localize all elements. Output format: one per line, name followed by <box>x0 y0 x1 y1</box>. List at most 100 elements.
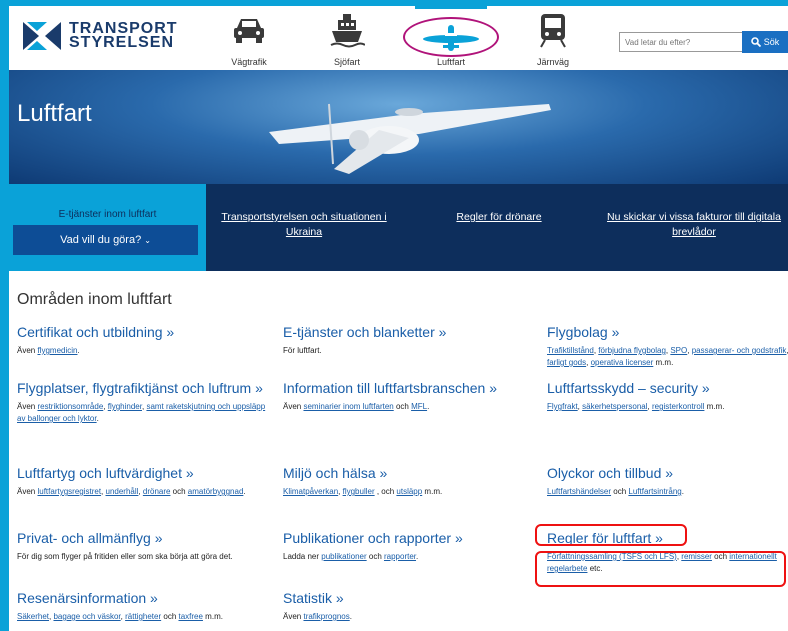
what-to-do-button[interactable]: Vad vill du göra? ⌄ <box>13 225 198 255</box>
area-desc-link[interactable]: underhåll <box>106 487 139 496</box>
area-desc-link[interactable]: seminarier inom luftfarten <box>303 402 393 411</box>
area-desc-text: m.m. <box>422 487 443 496</box>
area-title-link[interactable]: Certifikat och utbildning » <box>17 323 267 341</box>
mode-vagtrafik[interactable]: Vägtrafik <box>213 10 285 70</box>
ship-icon <box>330 14 365 48</box>
nav-link-ukraina[interactable]: Transportstyrelsen och situationen i Ukr… <box>209 210 399 240</box>
train-icon <box>540 14 566 48</box>
area-title-link[interactable]: Resenärsinformation » <box>17 589 267 607</box>
area-item: E-tjänster och blanketter » För luftfart. <box>283 323 533 357</box>
area-desc-text: För dig som flyger på fritiden eller som… <box>17 552 233 561</box>
area-desc-link[interactable]: trafikprognos <box>303 612 349 621</box>
area-desc-link[interactable]: taxfree <box>178 612 202 621</box>
area-desc-link[interactable]: rapporter <box>384 552 416 561</box>
search-button-label: Sök <box>763 37 780 47</box>
area-desc-link[interactable]: utsläpp <box>396 487 422 496</box>
area-desc-text: Även <box>17 346 38 355</box>
area-item: Resenärsinformation » Säkerhet, bagage oc… <box>17 589 267 623</box>
area-description: Klimatpåverkan, flygbuller , och utsläpp… <box>283 486 533 498</box>
area-desc-link[interactable]: farligt gods <box>547 358 586 367</box>
area-item: Luftfartsskydd – security » Flygfrakt, sä… <box>547 379 788 413</box>
hero-banner: Luftfart <box>9 70 788 184</box>
area-desc-link[interactable]: MFL <box>411 402 427 411</box>
nav-link-fakturor[interactable]: Nu skickar vi vissa fakturor till digita… <box>604 210 784 240</box>
area-title-link[interactable]: Publikationer och rapporter » <box>283 529 533 547</box>
search-button[interactable]: Sök <box>742 31 788 53</box>
area-item: Flygbolag » Trafiktillstånd, förbjudna fl… <box>547 323 788 369</box>
nav-link-dronare[interactable]: Regler för drönare <box>439 210 559 225</box>
area-desc-link[interactable]: Klimatpåverkan <box>283 487 338 496</box>
area-desc-link[interactable]: passagerar- och godstrafik <box>692 346 787 355</box>
area-title-link[interactable]: Olyckor och tillbud » <box>547 464 788 482</box>
area-desc-link[interactable]: flygmedicin <box>37 346 77 355</box>
area-desc-link[interactable]: Säkerhet <box>17 612 49 621</box>
area-desc-link[interactable]: säkerhetspersonal <box>582 402 647 411</box>
annotation-box-desc <box>535 551 786 587</box>
annotation-ellipse <box>403 17 499 57</box>
page: TRANSPORT STYRELSEN Vägtrafik Sjöfart Lu… <box>9 6 788 631</box>
chevron-down-icon: ⌄ <box>144 235 151 245</box>
area-title-link[interactable]: Information till luftfartsbranschen » <box>283 379 533 397</box>
mode-label: Järnväg <box>536 57 570 67</box>
area-desc-link[interactable]: SPO <box>670 346 687 355</box>
what-to-do-label: Vad vill du göra? <box>60 234 142 246</box>
area-item: Privat- och allmänflyg » För dig som flyg… <box>17 529 267 563</box>
area-title-link[interactable]: Luftfartsskydd – security » <box>547 379 788 397</box>
area-desc-link[interactable]: drönare <box>143 487 171 496</box>
area-item: Certifikat och utbildning » Även flygmedi… <box>17 323 267 357</box>
area-desc-text: Ladda ner <box>283 552 322 561</box>
mode-sjofart[interactable]: Sjöfart <box>311 10 383 70</box>
area-desc-link[interactable]: amatörbyggnad <box>188 487 244 496</box>
area-description: Trafiktillstånd, förbjudna flygbolag, SP… <box>547 345 788 369</box>
area-title-link[interactable]: Flygplatser, flygtrafiktjänst och luftru… <box>17 379 267 397</box>
area-desc-link[interactable]: Flygfrakt <box>547 402 578 411</box>
area-desc-link[interactable]: flygbuller <box>343 487 375 496</box>
area-description: Luftfartshändelser och Luftfartsintrång. <box>547 486 788 498</box>
area-desc-link[interactable]: registerkontroll <box>652 402 704 411</box>
area-title-link[interactable]: Flygbolag » <box>547 323 788 341</box>
area-desc-link[interactable]: flyghinder <box>108 402 142 411</box>
area-title-link[interactable]: E-tjänster och blanketter » <box>283 323 533 341</box>
area-description: För luftfart. <box>283 345 533 357</box>
area-item: Flygplatser, flygtrafiktjänst och luftru… <box>17 379 267 425</box>
area-desc-text: och <box>393 402 412 411</box>
logo-line-2: STYRELSEN <box>69 34 175 51</box>
area-desc-text: , och <box>374 487 397 496</box>
area-title-link[interactable]: Privat- och allmänflyg » <box>17 529 267 547</box>
mode-jarnvag[interactable]: Järnväg <box>517 10 589 70</box>
area-desc-link[interactable]: restriktionsområde <box>37 402 103 411</box>
area-title-link[interactable]: Luftfartyg och luftvärdighet » <box>17 464 267 482</box>
hero-airplane-image <box>269 103 551 174</box>
area-desc-text: och <box>170 487 188 496</box>
area-desc-text: och <box>161 612 179 621</box>
area-desc-link[interactable]: Luftfartshändelser <box>547 487 611 496</box>
mode-label: Sjöfart <box>333 57 360 67</box>
area-description: Även luftfartygsregistret, underhåll, dr… <box>17 486 267 498</box>
area-desc-link[interactable]: rättigheter <box>125 612 161 621</box>
area-desc-text: m.m. <box>653 358 674 367</box>
site-logo[interactable]: TRANSPORT STYRELSEN <box>23 21 178 51</box>
area-title-link[interactable]: Statistik » <box>283 589 533 607</box>
area-item: Miljö och hälsa » Klimatpåverkan, flygbul… <box>283 464 533 498</box>
area-description: Ladda ner publikationer och rapporter. <box>283 551 533 563</box>
area-desc-link[interactable]: Trafiktillstånd <box>547 346 594 355</box>
search-input[interactable] <box>619 32 749 52</box>
top-bar: TRANSPORT STYRELSEN Vägtrafik Sjöfart Lu… <box>9 6 788 70</box>
car-icon <box>234 19 264 43</box>
area-desc-text: . <box>416 552 419 561</box>
area-description: För dig som flyger på fritiden eller som… <box>17 551 267 563</box>
logo-mark-icon <box>23 22 61 50</box>
area-desc-link[interactable]: operativa licenser <box>591 358 654 367</box>
area-desc-link[interactable]: luftfartygsregistret <box>37 487 101 496</box>
area-description: Även restriktionsområde, flyghinder, sam… <box>17 401 267 425</box>
area-desc-link[interactable]: bagage och väskor <box>53 612 120 621</box>
area-description: Säkerhet, bagage och väskor, rättigheter… <box>17 611 267 623</box>
area-title-link[interactable]: Miljö och hälsa » <box>283 464 533 482</box>
area-desc-text: Även <box>17 402 38 411</box>
area-desc-link[interactable]: förbjudna flygbolag <box>598 346 666 355</box>
area-item: Statistik » Även trafikprognos. <box>283 589 533 623</box>
area-desc-link[interactable]: publikationer <box>321 552 366 561</box>
area-desc-link[interactable]: Luftfartsintrång <box>628 487 681 496</box>
area-desc-text: . <box>77 346 80 355</box>
area-item: Luftfartyg och luftvärdighet » Även luftf… <box>17 464 267 498</box>
